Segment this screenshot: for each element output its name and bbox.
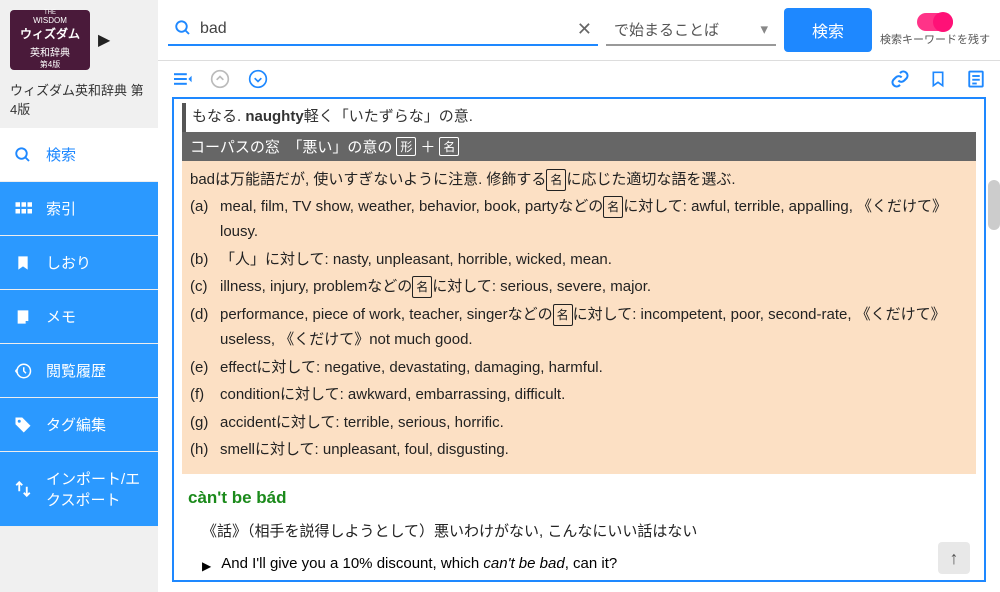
clear-icon[interactable]: ✕ [577,19,592,40]
sidebar-item-bookmark[interactable]: しおり [0,236,158,290]
sidebar-item-label: メモ [46,306,76,327]
corpus-body: badは万能語だが, 使いすぎないように注意. 修飾する名に応じた適切な語を選ぶ… [182,161,976,474]
bookmark-icon [14,254,32,272]
note-icon [14,308,32,326]
corpus-item: (d)performance, piece of work, teacher, … [190,301,968,354]
search-button[interactable]: 検索 [784,8,872,52]
bookmark-icon[interactable] [928,69,948,89]
corpus-item: (b)「人」に対して: nasty, unpleasant, horrible,… [190,246,968,274]
dictionary-title: ウィズダム英和辞典 第4版 [0,80,158,128]
grid-icon [14,200,32,218]
sidebar-item-label: インポート/エクスポート [46,468,144,510]
up-circle-icon[interactable] [210,69,230,89]
corpus-intro: badは万能語だが, 使いすぎないように注意. 修飾する名に応じた適切な語を選ぶ… [190,167,968,193]
triangle-icon: ▶ [202,555,211,573]
sidebar-item-memo[interactable]: メモ [0,290,158,344]
sidebar-item-history[interactable]: 閲覧履歴 [0,344,158,398]
sidebar-item-label: しおり [46,252,91,273]
corpus-item: (e)effectに対して: negative, devastating, da… [190,354,968,382]
search-icon [14,146,32,164]
sidebar-item-import-export[interactable]: インポート/エクスポート [0,452,158,527]
import-export-icon [14,480,32,498]
tag-icon [14,416,32,434]
scrollbar-thumb[interactable] [988,180,1000,230]
match-mode-label: で始まることば [614,19,719,40]
corpus-item: (a)meal, film, TV show, weather, behavio… [190,193,968,246]
sidebar-item-label: タグ編集 [46,414,106,435]
search-icon [174,19,192,40]
memo-icon[interactable] [966,69,986,89]
collapse-icon[interactable] [172,69,192,89]
sidebar-item-index[interactable]: 索引 [0,182,158,236]
history-icon [14,362,32,380]
match-mode-select[interactable]: で始まることば ▾ [606,15,776,46]
play-icon[interactable]: ▶ [98,30,110,50]
sidebar-item-tags[interactable]: タグ編集 [0,398,158,452]
search-input[interactable] [200,20,569,38]
entry-snippet: もなる. naughty軽く「いたずらな」の意. [182,103,976,132]
dictionary-logo: THE WISDOM ウィズダム 英和辞典 第4版 [10,10,90,70]
entry-definition: 《話》（相手を説得しようとして）悪いわけがない, こんなにいい話はない [182,516,976,545]
corpus-item: (g)accidentに対して: terrible, serious, horr… [190,409,968,437]
sidebar-item-label: 検索 [46,144,76,165]
toggle-label: 検索キーワードを残す [880,31,990,47]
corpus-item: (h)smellに対して: unpleasant, foul, disgusti… [190,436,968,464]
example-block: ▶ And I'll give you a 10% discount, whic… [182,545,976,583]
chevron-down-icon: ▾ [760,20,768,38]
sidebar-item-label: 索引 [46,198,76,219]
corpus-item: (f)conditionに対して: awkward, embarrassing,… [190,381,968,409]
corpus-item: (c)illness, injury, problemなどの名に対して: ser… [190,273,968,301]
search-box[interactable]: ✕ [168,15,598,46]
corpus-header: コーパスの窓 「悪い」の意の 形 ＋ 名 [182,132,976,161]
scroll-top-button[interactable]: ↑ [938,542,970,574]
down-circle-icon[interactable] [248,69,268,89]
keep-keyword-toggle[interactable] [917,13,953,31]
entry-headword: càn't be bád [182,474,976,516]
entry-content[interactable]: もなる. naughty軽く「いたずらな」の意. コーパスの窓 「悪い」の意の … [172,97,986,582]
link-icon[interactable] [890,69,910,89]
sidebar-item-search[interactable]: 検索 [0,128,158,182]
sidebar-item-label: 閲覧履歴 [46,360,106,381]
